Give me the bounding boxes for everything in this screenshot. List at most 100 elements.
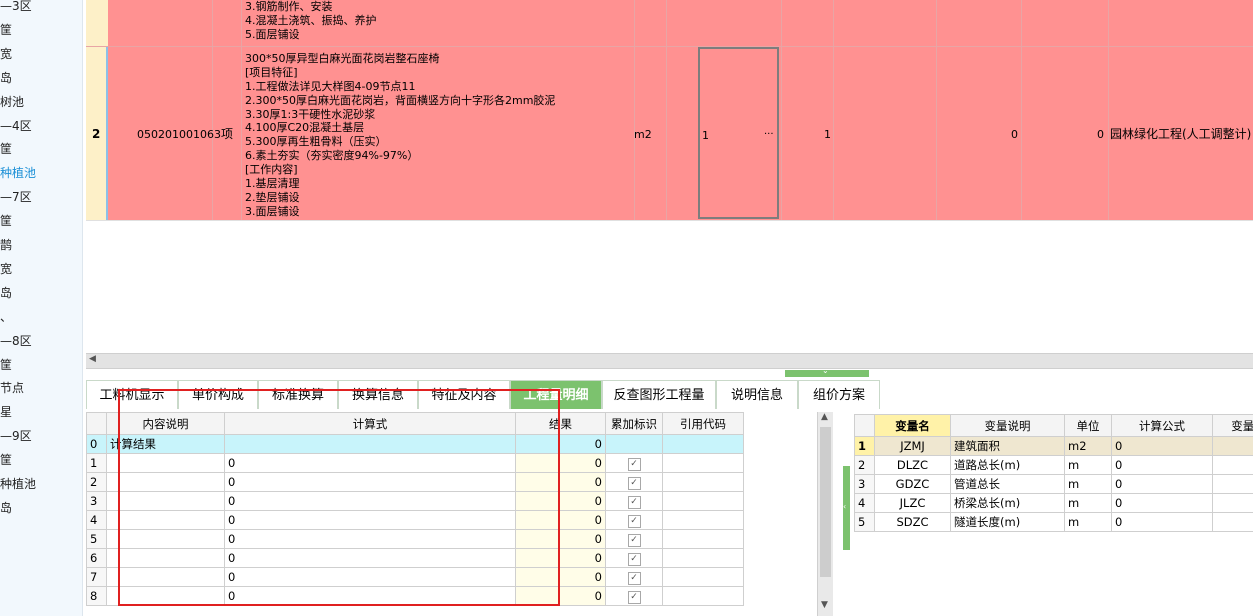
cell-result[interactable]: 0 [515, 529, 606, 549]
row-index[interactable]: 5 [86, 529, 107, 549]
table-row[interactable]: 0 计算结果 0 [86, 434, 744, 454]
tab-3[interactable]: 换算信息 [338, 380, 418, 409]
var-value[interactable] [1212, 455, 1253, 475]
var-unit[interactable]: m [1064, 455, 1112, 475]
cell-result[interactable]: 0 [515, 586, 606, 606]
var-value[interactable] [1212, 436, 1253, 456]
tree-node[interactable]: 、 [0, 309, 12, 325]
row-header-2[interactable]: 2 [86, 47, 108, 220]
cell-ref-code[interactable] [662, 510, 744, 530]
cell-desc[interactable] [106, 586, 225, 606]
tree-node[interactable]: 岛 [0, 500, 12, 516]
collapse-handle[interactable]: ⌄ [785, 366, 869, 377]
cell-result[interactable]: 0 [515, 567, 606, 587]
tree-node[interactable]: —8区 [0, 333, 32, 349]
accumulate-checkbox[interactable]: ✓ [627, 496, 641, 509]
cell-expr[interactable] [224, 434, 516, 454]
var-formula[interactable]: 0 [1111, 493, 1213, 513]
tab-6[interactable]: 反查图形工程量 [602, 380, 716, 409]
tree-node[interactable]: 筐 [0, 22, 12, 38]
variable-row[interactable]: 3 GDZC 管道总长 m 0 [854, 474, 1253, 494]
tree-node[interactable]: 树池 [0, 94, 24, 110]
accumulate-checkbox[interactable]: ✓ [627, 477, 641, 490]
var-desc[interactable]: 管道总长 [950, 474, 1065, 494]
cell-ref-code[interactable] [662, 434, 744, 454]
scroll-left-icon[interactable]: ◀ [89, 354, 96, 364]
var-unit[interactable]: m2 [1064, 436, 1112, 456]
col-header-var-formula[interactable]: 计算公式 [1111, 414, 1213, 437]
cell-result[interactable]: 0 [515, 434, 606, 454]
var-name[interactable]: JZMJ [874, 436, 951, 456]
cell-expr[interactable]: 0 [224, 529, 516, 549]
cell-accumulate[interactable] [605, 434, 663, 454]
var-value[interactable] [1212, 474, 1253, 494]
table-row[interactable]: 5 0 0 ✓ [86, 529, 744, 549]
vertical-scrollbar[interactable]: ▲ ▼ [817, 412, 833, 616]
cell-accumulate[interactable]: ✓ [605, 548, 663, 568]
project-tree[interactable]: —3区筐宽岛树池 —4区筐种植池 —7区筐鹊宽岛、 —8区筐节点星 —9区筐种植池岛 [0, 0, 83, 616]
tab-4[interactable]: 特征及内容 [418, 380, 510, 409]
cell-ref-code[interactable] [662, 453, 744, 473]
tree-node[interactable]: 种植池 [0, 476, 36, 492]
var-unit[interactable]: m [1064, 474, 1112, 494]
accumulate-checkbox[interactable]: ✓ [627, 534, 641, 547]
var-formula[interactable]: 0 [1111, 512, 1213, 532]
cell-expr[interactable]: 0 [224, 548, 516, 568]
cell-result[interactable]: 0 [515, 491, 606, 511]
var-formula[interactable]: 0 [1111, 474, 1213, 494]
tab-0[interactable]: 工料机显示 [86, 380, 178, 409]
table-row[interactable]: 7 0 0 ✓ [86, 567, 744, 587]
row-header-1[interactable] [86, 0, 109, 46]
quantity-detail-table[interactable]: 内容说明 计算式 结果 累加标识 引用代码 0 计算结果 0 1 0 0 ✓ 2 0 0 ✓ 3 0 0 ✓… [86, 412, 744, 606]
cell-expr[interactable]: 0 [224, 586, 516, 606]
cell-ref-code[interactable] [662, 529, 744, 549]
row-index[interactable]: 6 [86, 548, 107, 568]
var-name[interactable]: JLZC [874, 493, 951, 513]
var-name[interactable]: GDZC [874, 474, 951, 494]
cell-expr[interactable]: 0 [224, 510, 516, 530]
var-desc[interactable]: 建筑面积 [950, 436, 1065, 456]
cell-ref-code[interactable] [662, 491, 744, 511]
cell-accumulate[interactable]: ✓ [605, 586, 663, 606]
quantity-detail-panel[interactable]: 内容说明 计算式 结果 累加标识 引用代码 0 计算结果 0 1 0 0 ✓ 2 0 0 ✓ 3 0 0 ✓… [86, 412, 816, 616]
row-index[interactable]: 1 [854, 436, 875, 456]
tree-node[interactable]: 宽 [0, 46, 12, 62]
var-desc[interactable]: 桥梁总长(m) [950, 493, 1065, 513]
tree-node[interactable]: —7区 [0, 189, 32, 205]
cell-expr[interactable]: 0 [224, 491, 516, 511]
table-row[interactable]: 3 0 0 ✓ [86, 491, 744, 511]
col-header-ref-code[interactable]: 引用代码 [662, 412, 744, 435]
cell-ref-code[interactable] [662, 548, 744, 568]
var-name[interactable]: DLZC [874, 455, 951, 475]
col-header-desc[interactable]: 内容说明 [106, 412, 225, 435]
tab-2[interactable]: 标准换算 [258, 380, 338, 409]
side-collapse-handle[interactable]: ‹ [843, 466, 850, 550]
row-index[interactable]: 5 [854, 512, 875, 532]
tree-node[interactable]: 筐 [0, 141, 12, 157]
tree-node[interactable]: 节点 [0, 380, 24, 396]
cell-accumulate[interactable]: ✓ [605, 510, 663, 530]
cell-ref-code[interactable] [662, 472, 744, 492]
var-value[interactable] [1212, 493, 1253, 513]
cell-accumulate[interactable]: ✓ [605, 491, 663, 511]
col-header-expr[interactable]: 计算式 [224, 412, 516, 435]
cell-ref-code[interactable] [662, 586, 744, 606]
variable-row[interactable]: 4 JLZC 桥梁总长(m) m 0 [854, 493, 1253, 513]
var-unit[interactable]: m [1064, 512, 1112, 532]
row-index[interactable]: 0 [86, 434, 107, 454]
var-name[interactable]: SDZC [874, 512, 951, 532]
accumulate-checkbox[interactable]: ✓ [627, 458, 641, 471]
cell-desc[interactable] [106, 453, 225, 473]
tree-node[interactable]: —9区 [0, 428, 32, 444]
tree-node[interactable]: —3区 [0, 0, 32, 14]
table-row[interactable]: 8 0 0 ✓ [86, 586, 744, 606]
variable-row[interactable]: 1 JZMJ 建筑面积 m2 0 [854, 436, 1253, 456]
tab-1[interactable]: 单价构成 [178, 380, 258, 409]
tab-7[interactable]: 说明信息 [716, 380, 798, 409]
tree-node[interactable]: 岛 [0, 70, 12, 86]
variable-row[interactable]: 5 SDZC 隧道长度(m) m 0 [854, 512, 1253, 532]
variable-panel[interactable]: 变量名 变量说明 单位 计算公式 变量值 1JZMJ建筑面积m202DLZC道路… [854, 414, 1253, 616]
cell-expr[interactable]: 0 [224, 472, 516, 492]
variable-row[interactable]: 2 DLZC 道路总长(m) m 0 [854, 455, 1253, 475]
cell-accumulate[interactable]: ✓ [605, 529, 663, 549]
